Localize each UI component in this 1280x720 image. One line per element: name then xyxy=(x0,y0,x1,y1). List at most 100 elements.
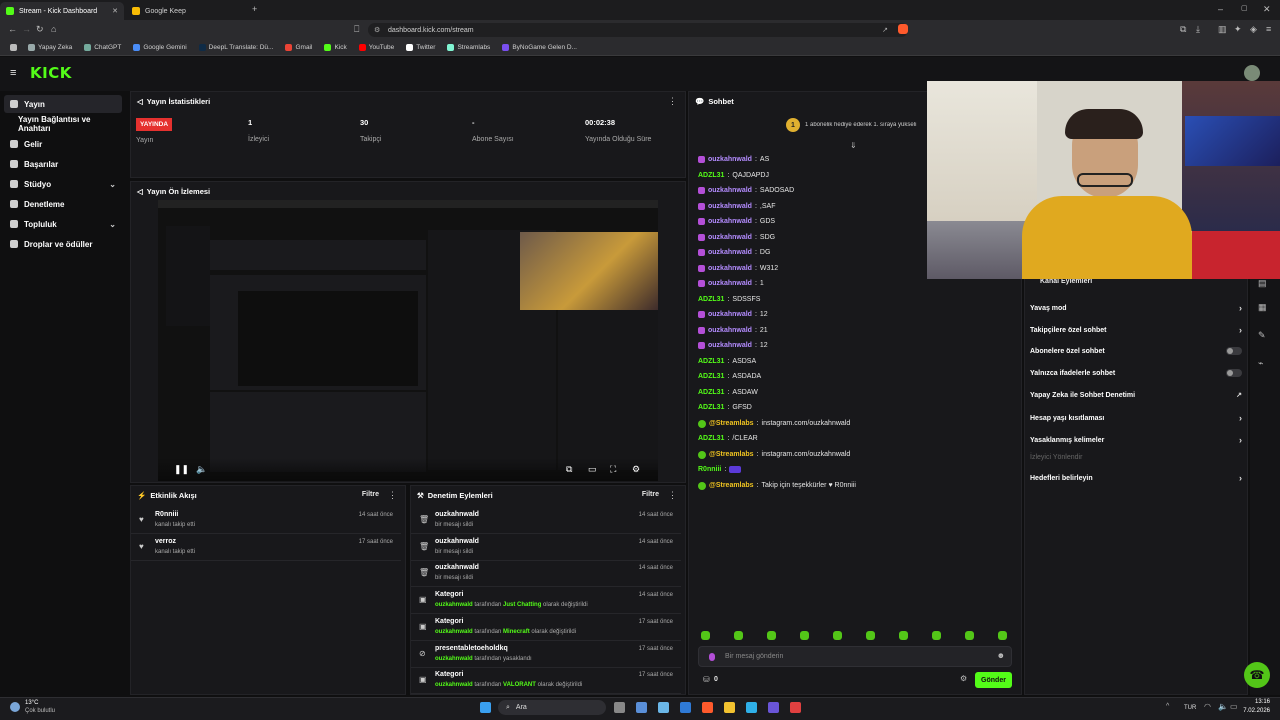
stream-preview-video[interactable]: ❚❚ 🔈 ⧉ ▭ ⛶ ⚙ xyxy=(158,200,658,481)
chat-message[interactable]: ouzkahnwald:1 xyxy=(698,280,764,287)
file-explorer-icon[interactable] xyxy=(724,702,735,713)
taskbar-app-5-icon[interactable] xyxy=(768,702,779,713)
rail-stats-icon[interactable]: ⌁ xyxy=(1258,358,1263,369)
tray-overflow-icon[interactable]: ^ xyxy=(1166,703,1169,710)
chat-message[interactable]: ouzkahnwald: SDG xyxy=(698,233,775,241)
bookmark-item[interactable]: ByNoGame Gelen D... xyxy=(502,43,577,51)
bookmark-item[interactable]: Google Gemini xyxy=(133,43,187,51)
chat-message[interactable]: ouzkahnwald:12 xyxy=(698,311,768,318)
taskbar-app-2-icon[interactable] xyxy=(658,702,669,713)
brave-shields-icon[interactable] xyxy=(898,24,908,34)
mod-filter-button[interactable]: Filtre xyxy=(642,491,659,498)
mod-more-icon[interactable]: ⋮ xyxy=(668,490,677,501)
emote-icon[interactable] xyxy=(701,631,710,640)
chat-username[interactable]: ADZL31 xyxy=(698,296,724,303)
sidebar-item[interactable]: Topluluk ⌄ xyxy=(4,215,122,233)
minimize-icon[interactable]: – xyxy=(1218,4,1223,14)
tab-kick-dashboard[interactable]: Stream - Kick Dashboard ✕ xyxy=(0,2,124,20)
clock-time[interactable]: 13:16 xyxy=(1246,699,1270,705)
chat-username[interactable]: @Streamlabs xyxy=(709,482,754,489)
sidebar-item[interactable]: Denetleme xyxy=(4,195,122,213)
close-tab-icon[interactable]: ✕ xyxy=(112,7,118,15)
volume-icon[interactable]: 🔈 xyxy=(196,464,207,475)
bookmark-item[interactable]: YouTube xyxy=(358,43,394,51)
channel-option[interactable]: Hesap yaşı kısıtlaması › xyxy=(1030,413,1242,423)
chat-message[interactable]: ADZL31: ASDSA xyxy=(698,358,756,365)
chat-message[interactable]: ouzkahnwald: ,SAF xyxy=(698,202,775,210)
taskbar-app-1-icon[interactable] xyxy=(636,702,647,713)
chat-message[interactable]: ADZL31: SDSSFS xyxy=(698,296,760,303)
chat-message[interactable]: R0nniii: xyxy=(698,466,742,473)
channel-option[interactable]: Takipçilere özel sohbet › xyxy=(1030,325,1242,335)
chat-username[interactable]: ouzkahnwald xyxy=(708,311,752,318)
channel-option[interactable]: Yasaklanmış kelimeler › xyxy=(1030,435,1242,445)
emote-icon[interactable] xyxy=(899,631,908,640)
hamburger-menu-icon[interactable]: ≡ xyxy=(10,67,16,79)
chat-username[interactable]: ouzkahnwald xyxy=(708,280,752,287)
bookmark-item[interactable]: Streamlabs xyxy=(447,43,490,51)
reload-icon[interactable]: ↻ xyxy=(36,24,44,35)
menu-icon[interactable]: ≡ xyxy=(1266,24,1271,34)
sidebar-item[interactable]: Başarılar xyxy=(4,155,122,173)
wallet-icon[interactable]: ◈ xyxy=(1250,24,1257,35)
chat-username[interactable]: ADZL31 xyxy=(698,373,724,380)
sidebar-item[interactable]: Gelir xyxy=(4,135,122,153)
chat-message[interactable]: ouzkahnwald: SADOSAD xyxy=(698,187,794,194)
sidebar-item[interactable]: Stüdyo ⌄ xyxy=(4,175,122,193)
channel-option[interactable]: Yavaş mod › xyxy=(1030,303,1242,313)
chat-username[interactable]: ouzkahnwald xyxy=(708,218,752,225)
chat-username[interactable]: ouzkahnwald xyxy=(708,327,752,334)
rail-layout-icon[interactable]: ▦ xyxy=(1258,302,1267,313)
taskbar-app-3-icon[interactable] xyxy=(680,702,691,713)
keyboard-language[interactable]: TUR xyxy=(1184,705,1196,711)
url-field[interactable]: ⚙ dashboard.kick.com/stream ↗ xyxy=(368,23,908,37)
chat-message[interactable]: ouzkahnwald: DG xyxy=(698,249,770,256)
chat-identity-icon[interactable] xyxy=(709,653,715,661)
tab-google-keep[interactable]: Google Keep xyxy=(126,2,250,20)
chat-username[interactable]: @Streamlabs xyxy=(709,420,754,427)
maximize-icon[interactable]: ▢ xyxy=(1241,4,1248,12)
chat-message[interactable]: @Streamlabs: Takip için teşekkürler ♥ R0n… xyxy=(698,481,856,490)
chat-username[interactable]: ADZL31 xyxy=(698,389,724,396)
emoji-icon[interactable]: ☻ xyxy=(997,651,1005,660)
taskbar-app-4-icon[interactable] xyxy=(746,702,757,713)
bookmark-item[interactable]: ChatGPT xyxy=(84,43,121,51)
activity-more-icon[interactable]: ⋮ xyxy=(388,490,397,501)
chat-username[interactable]: ADZL31 xyxy=(698,358,724,365)
chat-input[interactable]: Bir mesaj gönderin ☻ xyxy=(698,646,1012,667)
send-button[interactable]: Gönder xyxy=(975,672,1012,688)
new-tab-icon[interactable]: + xyxy=(252,4,257,14)
home-icon[interactable]: ⌂ xyxy=(51,24,56,34)
chat-message[interactable]: ouzkahnwald: AS xyxy=(698,156,769,163)
stats-more-icon[interactable]: ⋮ xyxy=(668,96,677,107)
chat-username[interactable]: ouzkahnwald xyxy=(708,234,752,241)
channel-option[interactable]: Yapay Zeka ile Sohbet Denetimi ↗ xyxy=(1030,391,1242,400)
download-icon[interactable]: ⤓ xyxy=(1196,24,1200,35)
rail-tools-icon[interactable]: ✎ xyxy=(1258,330,1266,341)
chat-message[interactable]: ADZL31: GFSD xyxy=(698,404,752,411)
leo-ai-icon[interactable]: ✦ xyxy=(1234,24,1242,35)
bookmark-item[interactable]: DeepL Translate: Dü... xyxy=(198,43,273,51)
sidebar-item[interactable]: Yayın Bağlantısı ve Anahtarı xyxy=(4,115,122,133)
settings-icon[interactable]: ⚙ xyxy=(632,464,640,475)
chat-message[interactable]: ADZL31: ASDAW xyxy=(698,389,758,396)
kick-logo[interactable]: KICK xyxy=(30,64,72,82)
activity-filter-button[interactable]: Filtre xyxy=(362,491,379,498)
rail-chat-icon[interactable]: ▤ xyxy=(1258,278,1267,289)
pause-icon[interactable]: ❚❚ xyxy=(174,464,189,475)
fullscreen-icon[interactable]: ⛶ xyxy=(610,464,616,475)
sidebar-toggle-icon[interactable]: ▥ xyxy=(1218,24,1227,35)
bookmark-icon[interactable]: ⎕ xyxy=(354,24,359,35)
channel-option[interactable]: Hedefleri belirleyin › xyxy=(1030,473,1242,483)
chat-username[interactable]: ouzkahnwald xyxy=(708,342,752,349)
chat-message[interactable]: ADZL31: QAJDAPDJ xyxy=(698,172,769,179)
emote-icon[interactable] xyxy=(734,631,743,640)
channel-option[interactable]: İzleyici Yönlendir xyxy=(1030,454,1242,461)
chat-message[interactable]: @Streamlabs: instagram.com/ouzkahnwald xyxy=(698,450,850,459)
channel-option[interactable]: Abonelere özel sohbet xyxy=(1030,347,1242,355)
channel-option[interactable]: Yalnızca ifadelerle sohbet xyxy=(1030,369,1242,377)
chat-username[interactable]: R0nniii xyxy=(698,466,721,473)
task-view-icon[interactable] xyxy=(614,702,625,713)
chat-username[interactable]: ADZL31 xyxy=(698,404,724,411)
battery-icon[interactable]: ▭ xyxy=(1230,702,1238,711)
